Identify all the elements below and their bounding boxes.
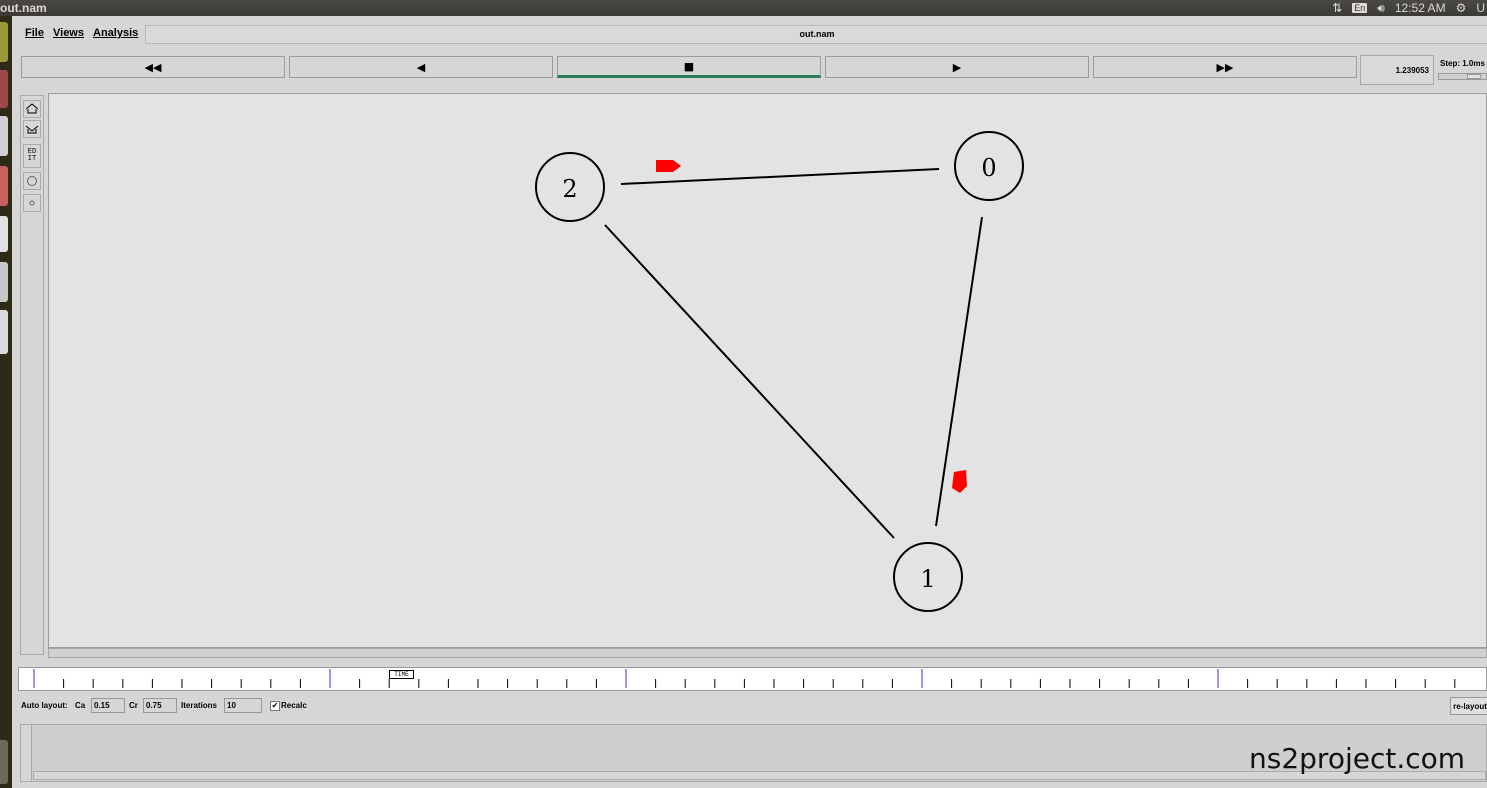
- fast-forward-icon: ▶▶: [1216, 60, 1234, 74]
- launcher-app-icon[interactable]: [0, 116, 8, 156]
- filename-display: out.nam: [145, 25, 1487, 44]
- user-menu[interactable]: U: [1476, 1, 1485, 15]
- menu-views[interactable]: Views: [53, 27, 84, 39]
- auto-layout-label: Auto layout:: [21, 701, 68, 710]
- cr-input[interactable]: 0.75: [143, 698, 177, 713]
- rewind-button[interactable]: ◀◀: [21, 56, 285, 78]
- ca-label: Ca: [75, 701, 86, 710]
- network-canvas[interactable]: 2 0 1: [48, 93, 1487, 648]
- edit-button[interactable]: ED IT: [23, 144, 41, 168]
- launcher-app-icon[interactable]: [0, 166, 8, 206]
- step-slider-handle[interactable]: [1467, 74, 1481, 79]
- launcher-app-icon[interactable]: [0, 310, 8, 354]
- node-0[interactable]: 0: [954, 131, 1024, 201]
- play-icon: ▶: [952, 60, 962, 74]
- sim-time-display: 1.239053: [1360, 55, 1434, 85]
- recalc-checkbox[interactable]: ✔: [270, 701, 280, 711]
- launcher-app-icon[interactable]: [0, 216, 8, 252]
- settings-gear-icon[interactable]: ⚙: [1456, 1, 1467, 15]
- step-slider[interactable]: [1438, 73, 1487, 80]
- iterations-input[interactable]: 10: [224, 698, 262, 713]
- canvas-horizontal-scrollbar[interactable]: [48, 648, 1487, 658]
- packet[interactable]: [656, 160, 681, 172]
- launcher: [0, 16, 12, 788]
- launcher-app-icon[interactable]: [0, 262, 8, 302]
- time-marker-handle[interactable]: TIME: [389, 670, 414, 679]
- launcher-app-icon[interactable]: [0, 70, 8, 108]
- node-2[interactable]: 2: [535, 152, 605, 222]
- rewind-icon: ◀◀: [144, 60, 162, 74]
- menu-file[interactable]: File: [25, 27, 44, 39]
- keyboard-layout-indicator[interactable]: En: [1352, 3, 1368, 13]
- ca-input[interactable]: 0.15: [91, 698, 125, 713]
- stop-icon: ■: [683, 59, 695, 73]
- top-panel: out.nam ⇅ En 🔊︎ 12:52 AM ⚙ U: [0, 0, 1487, 16]
- play-button[interactable]: ▶: [825, 56, 1089, 78]
- zoom-out-icon[interactable]: [23, 120, 41, 138]
- menu-analysis[interactable]: Analysis: [93, 27, 138, 39]
- timeline-slider[interactable]: TIME: [18, 667, 1487, 691]
- cr-label: Cr: [129, 701, 138, 710]
- network-icon[interactable]: ⇅: [1332, 1, 1342, 15]
- step-back-button[interactable]: ◀: [289, 56, 553, 78]
- zoom-in-icon[interactable]: [23, 100, 41, 118]
- relayout-button[interactable]: re-layout: [1450, 697, 1487, 715]
- circle-node-icon[interactable]: [23, 172, 41, 190]
- fast-forward-button[interactable]: ▶▶: [1093, 56, 1357, 78]
- link-2-1[interactable]: [604, 224, 895, 539]
- node-label: 2: [562, 175, 577, 203]
- play-backward-icon: ◀: [416, 60, 426, 74]
- watermark-text: ns2project.com: [1249, 742, 1466, 775]
- timeline-ticks: [33, 669, 1456, 688]
- small-node-icon[interactable]: [23, 194, 41, 212]
- node-label: 0: [981, 154, 996, 182]
- annotation-vertical-scrollbar[interactable]: [21, 725, 32, 781]
- topology-drawing: 2 0 1: [535, 131, 1024, 612]
- launcher-app-icon[interactable]: [0, 22, 8, 62]
- node-label: 1: [920, 565, 935, 593]
- packet[interactable]: [952, 470, 967, 493]
- toolbox: ED IT: [20, 95, 44, 655]
- step-label: Step: 1.0ms: [1440, 59, 1485, 68]
- clock[interactable]: 12:52 AM: [1395, 1, 1446, 15]
- launcher-trash-icon[interactable]: [0, 740, 8, 784]
- system-tray: ⇅ En 🔊︎ 12:52 AM ⚙ U: [1332, 0, 1487, 16]
- iterations-label: Iterations: [181, 701, 218, 710]
- recalc-label: Recalc: [281, 701, 307, 710]
- stop-button[interactable]: ■: [557, 56, 821, 78]
- node-1[interactable]: 1: [893, 542, 963, 612]
- volume-icon[interactable]: 🔊︎: [1377, 1, 1385, 16]
- window-title: out.nam: [0, 1, 47, 15]
